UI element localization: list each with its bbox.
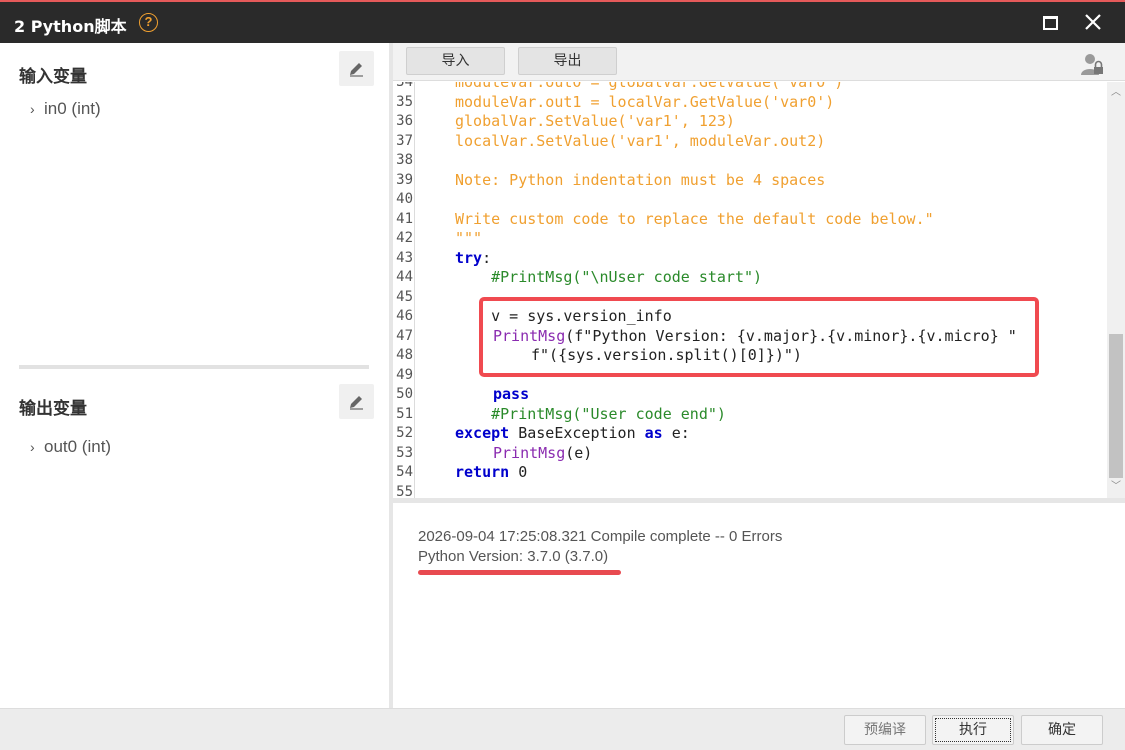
dialog-footer: 预编译 执行 确定	[0, 708, 1125, 750]
line-number: 49	[396, 366, 413, 383]
code-text: try:	[455, 249, 491, 269]
pencil-icon	[350, 396, 363, 410]
code-text: localVar.SetValue('var1', moduleVar.out2…	[455, 132, 825, 152]
line-number: 35	[396, 93, 413, 110]
line-number: 46	[396, 308, 413, 324]
line-number: 36	[396, 113, 413, 129]
line-number: 50	[396, 386, 413, 402]
python-version-line: Python Version: 3.7.0 (3.7.0)	[418, 548, 609, 565]
line-number: 41	[396, 210, 413, 227]
code-text: #PrintMsg("User code end")	[455, 405, 726, 425]
underline-annotation	[418, 570, 621, 575]
user-lock-icon[interactable]	[1080, 52, 1106, 76]
code-text: globalVar.SetValue('var1', 123)	[455, 112, 735, 132]
question-icon[interactable]: ?	[139, 13, 158, 32]
code-token: globalVar.SetValue('var1', 123)	[455, 112, 735, 130]
scroll-down-icon[interactable]: ﹀	[1111, 482, 1121, 492]
output-console: 2026-09-04 17:25:08.321 Compile complete…	[393, 503, 1125, 708]
code-token: as	[644, 424, 663, 442]
editor-scrollbar[interactable]: ︿ ﹀	[1107, 82, 1125, 498]
code-token: return	[455, 463, 510, 481]
panel-divider[interactable]	[19, 365, 369, 369]
compile-status-line: 2026-09-04 17:25:08.321 Compile complete…	[418, 528, 783, 545]
line-number: 54	[396, 464, 413, 480]
code-token: :	[482, 248, 492, 267]
input-variable-label: in0 (int)	[44, 99, 101, 118]
chevron-right-icon: ›	[30, 439, 35, 455]
code-token: moduleVar.out0 = globalVar.GetValue('var…	[455, 82, 844, 91]
title-bar: 2 Python脚本 ?	[0, 0, 1125, 43]
chevron-right-icon: ›	[30, 101, 35, 117]
code-token: #PrintMsg("\nUser code start")	[455, 268, 763, 286]
code-token: BaseException	[509, 424, 645, 442]
scroll-up-icon[interactable]: ︿	[1111, 88, 1121, 98]
scrollbar-thumb[interactable]	[1109, 334, 1123, 478]
code-text: Note: Python indentation must be 4 space…	[455, 171, 825, 191]
code-text: except BaseException as e:	[455, 424, 690, 444]
code-token: try	[455, 248, 483, 267]
line-number: 55	[396, 483, 413, 499]
code-text: moduleVar.out1 = localVar.GetValue('var0…	[455, 93, 834, 113]
confirm-button[interactable]: 确定	[1021, 715, 1103, 745]
line-number: 42	[396, 230, 413, 246]
code-text: """	[455, 229, 482, 249]
code-token: moduleVar.out1 = localVar.GetValue('var0…	[455, 92, 835, 111]
code-token: Write custom code to replace the default…	[455, 209, 934, 228]
close-icon[interactable]	[1082, 11, 1104, 33]
import-button[interactable]: 导入	[406, 47, 505, 75]
input-variable-item[interactable]: › in0 (int)	[30, 99, 101, 119]
maximize-icon[interactable]	[1043, 16, 1058, 30]
code-token: PrintMsg	[493, 443, 566, 462]
precompile-button[interactable]: 预编译	[844, 715, 926, 745]
line-number: 40	[396, 191, 413, 207]
code-token: e:	[662, 424, 690, 442]
code-text: Write custom code to replace the default…	[455, 210, 934, 230]
line-number: 44	[396, 269, 413, 285]
code-editor[interactable]: 34 moduleVar.out0 = globalVar.GetValue('v…	[393, 82, 1107, 498]
execute-button[interactable]: 执行	[932, 715, 1014, 745]
line-number: 52	[396, 425, 413, 441]
code-text: #PrintMsg("\nUser code start")	[455, 268, 762, 288]
code-text: pass	[493, 385, 529, 405]
edit-input-variables-button[interactable]	[339, 51, 374, 86]
code-token: localVar.SetValue('var1', moduleVar.out2…	[455, 131, 826, 150]
line-number: 51	[396, 405, 413, 422]
window-title: 2 Python脚本	[14, 17, 127, 36]
export-button[interactable]: 导出	[518, 47, 617, 75]
line-number: 45	[396, 288, 413, 305]
line-number: 53	[396, 444, 413, 461]
line-number: 48	[396, 347, 413, 363]
edit-output-variables-button[interactable]	[339, 384, 374, 419]
editor-toolbar: 导入 导出	[393, 43, 1125, 81]
code-text: return 0	[455, 463, 527, 483]
line-number: 47	[396, 327, 413, 344]
line-number: 34	[396, 82, 413, 90]
code-text: moduleVar.out0 = globalVar.GetValue('var…	[455, 82, 843, 93]
output-variables-title: 输出变量	[19, 399, 87, 419]
code-token: (e)	[565, 443, 593, 462]
code-token: Note: Python indentation must be 4 space…	[455, 170, 826, 189]
input-variables-title: 输入变量	[19, 67, 87, 87]
variables-panel: 输入变量 › in0 (int) 输出变量 › out0 (int)	[0, 43, 389, 708]
line-number: 38	[396, 152, 413, 168]
pencil-icon	[350, 63, 363, 77]
code-text: PrintMsg(e)	[493, 444, 592, 464]
line-number: 39	[396, 171, 413, 188]
line-number: 43	[396, 249, 413, 266]
output-variable-label: out0 (int)	[44, 437, 112, 456]
code-token: pass	[493, 385, 530, 403]
line-number: 37	[396, 132, 413, 149]
output-variable-item[interactable]: › out0 (int)	[30, 437, 111, 457]
code-token: """	[455, 229, 483, 247]
code-token: #PrintMsg("User code end")	[455, 404, 726, 423]
highlight-annotation-box	[479, 297, 1039, 377]
code-token: 0	[509, 463, 528, 481]
code-token: except	[455, 424, 510, 442]
